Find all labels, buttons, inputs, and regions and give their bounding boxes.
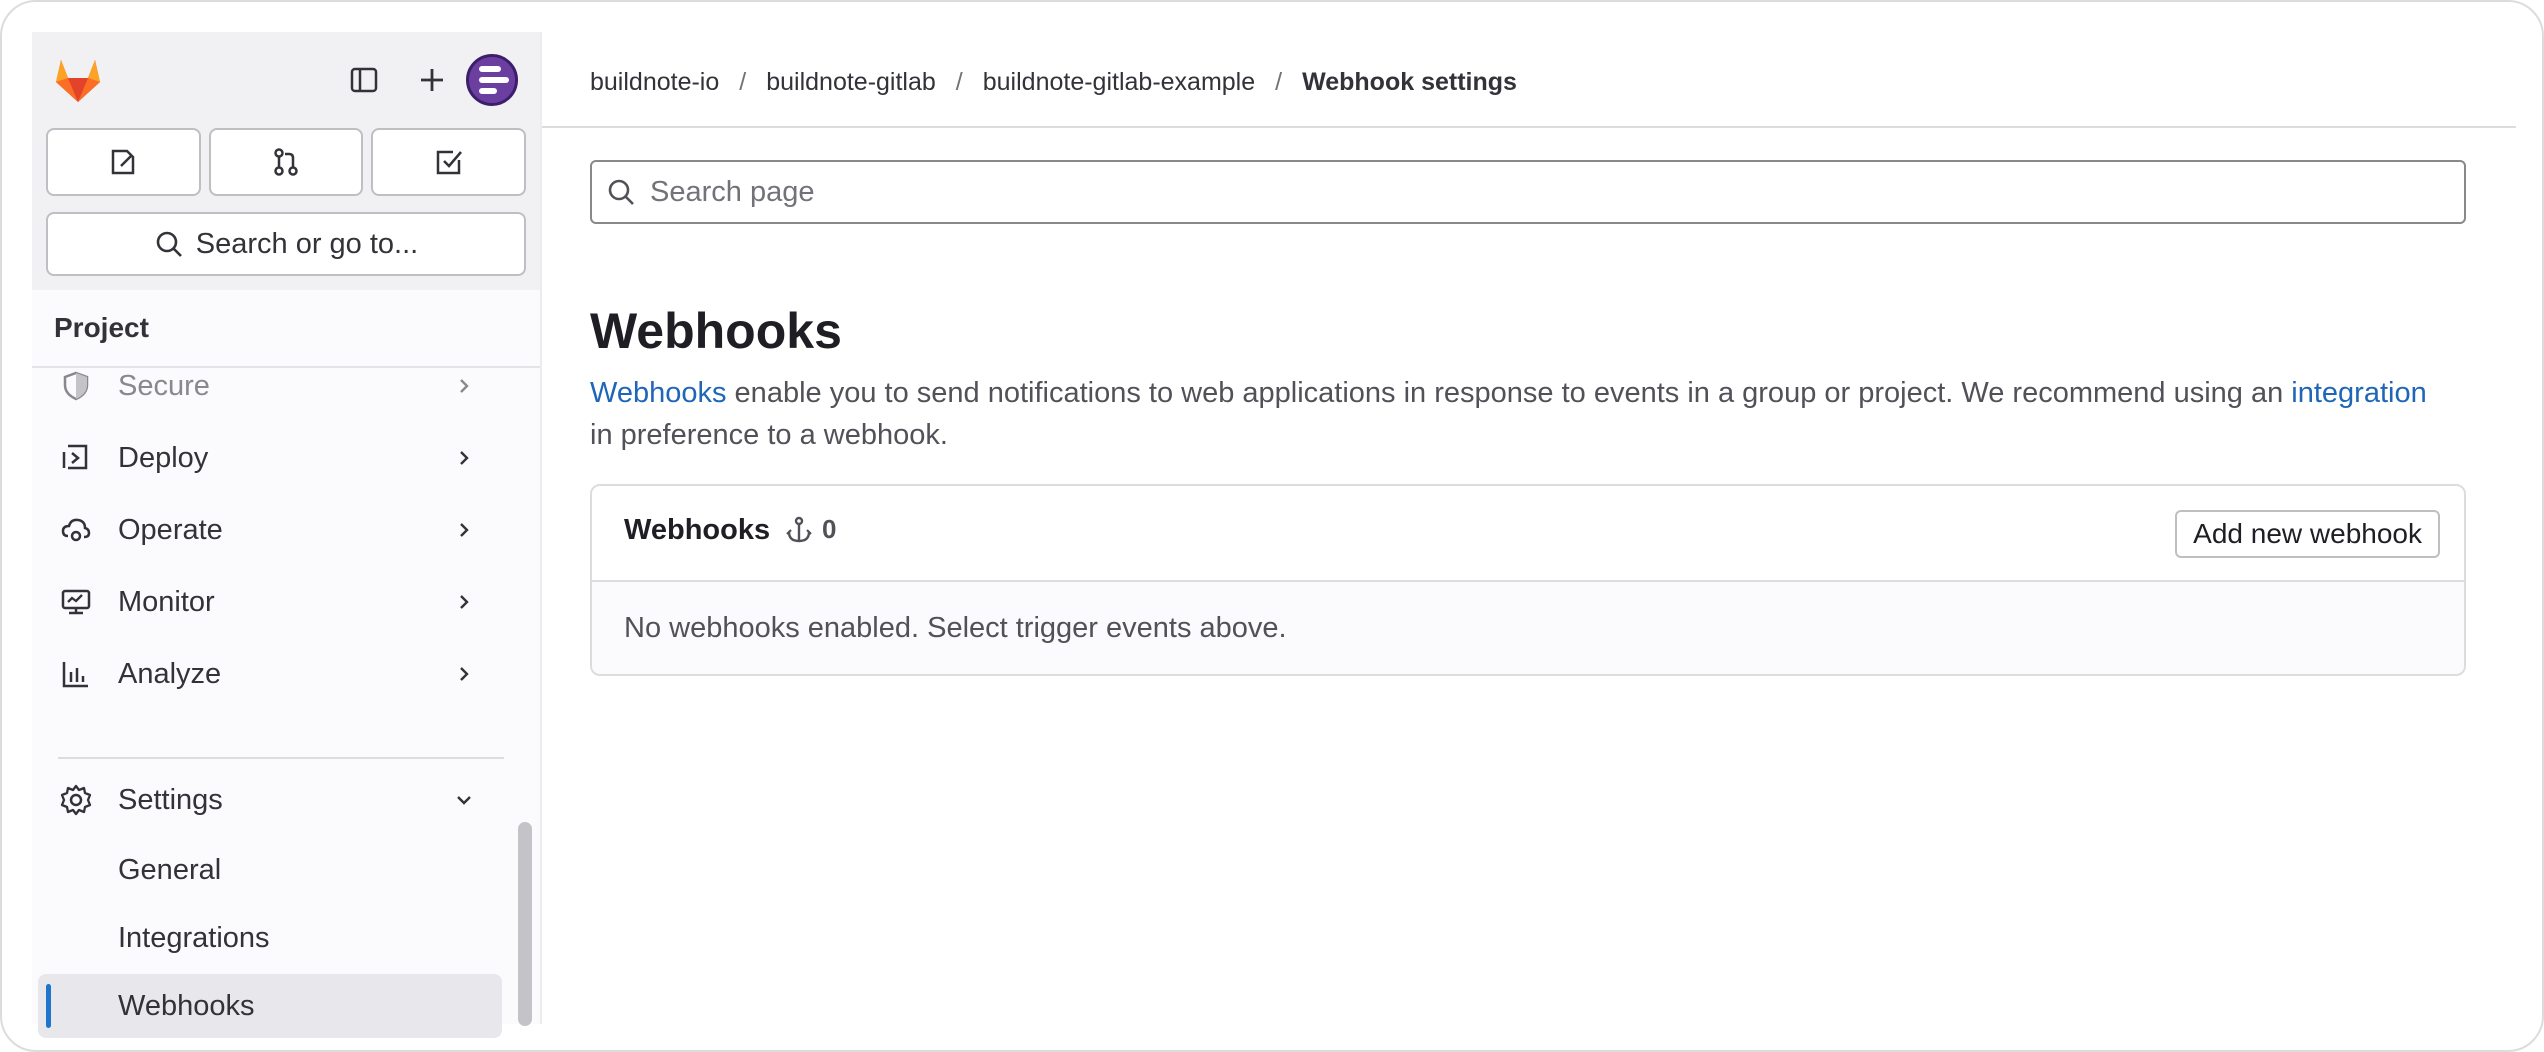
chevron-right-icon xyxy=(452,590,476,614)
page-description: Webhooks enable you to send notification… xyxy=(590,372,2450,456)
page-search xyxy=(590,160,2466,224)
active-indicator xyxy=(46,984,51,1028)
breadcrumb-separator: / xyxy=(739,67,747,96)
global-search-label: Search or go to... xyxy=(195,227,419,260)
plus-icon[interactable] xyxy=(406,54,458,106)
sidebar-item-analyze[interactable]: Analyze xyxy=(32,642,510,706)
sidebar-item-operate[interactable]: Operate xyxy=(32,498,510,562)
issues-button[interactable] xyxy=(46,128,201,196)
chevron-down-icon xyxy=(452,788,476,812)
sidebar-item-settings[interactable]: Settings xyxy=(32,768,510,832)
sidebar-header: Search or go to... xyxy=(32,32,540,290)
sidebar-subitem-label: Integrations xyxy=(118,921,270,954)
breadcrumb-item-subgroup[interactable]: buildnote-gitlab xyxy=(766,68,936,97)
webhooks-card: Webhooks 0 Add new webhook No webhooks e… xyxy=(590,484,2466,676)
webhooks-count-value: 0 xyxy=(822,514,837,544)
collapse-sidebar-icon[interactable] xyxy=(338,54,390,106)
breadcrumb-item-current[interactable]: Webhook settings xyxy=(1302,68,1517,97)
sidebar-item-monitor[interactable]: Monitor xyxy=(32,570,510,634)
anchor-icon xyxy=(786,516,812,542)
sidebar-item-label: Operate xyxy=(118,513,223,546)
search-input[interactable] xyxy=(650,175,2430,209)
breadcrumb: buildnote-io / buildnote-gitlab / buildn… xyxy=(590,62,1517,102)
global-search-button[interactable]: Search or go to... xyxy=(46,212,526,276)
search-icon xyxy=(608,179,634,205)
cloud-gear-icon xyxy=(58,512,94,548)
deploy-icon xyxy=(58,440,94,476)
app-window: Search or go to... Project Secure Deploy xyxy=(0,0,2544,1052)
empty-state-text: No webhooks enabled. Select trigger even… xyxy=(624,612,1287,644)
sidebar-item-label: Deploy xyxy=(118,441,209,474)
sidebar-divider xyxy=(58,757,504,759)
webhooks-card-header: Webhooks 0 Add new webhook xyxy=(592,486,2464,582)
sidebar-item-label: Secure xyxy=(118,369,210,402)
merge-request-icon xyxy=(274,148,298,176)
chevron-right-icon xyxy=(452,446,476,470)
todos-button[interactable] xyxy=(371,128,527,196)
description-text-end: in preference to a webhook. xyxy=(590,419,948,451)
sidebar-item-label: Analyze xyxy=(118,657,222,690)
main-content: buildnote-io / buildnote-gitlab / buildn… xyxy=(542,32,2516,1024)
header-divider xyxy=(542,126,2516,128)
webhooks-docs-link[interactable]: Webhooks xyxy=(590,377,727,409)
search-icon xyxy=(156,231,182,257)
merge-requests-button[interactable] xyxy=(208,128,364,196)
page-title: Webhooks xyxy=(590,303,842,359)
integration-link[interactable]: integration xyxy=(2291,377,2426,409)
gitlab-logo-icon[interactable] xyxy=(50,52,106,108)
todo-check-icon xyxy=(436,150,462,175)
shield-icon xyxy=(58,368,94,404)
sidebar-item-label: Settings xyxy=(118,783,223,816)
webhooks-card-title: Webhooks xyxy=(624,514,771,546)
gear-icon xyxy=(58,782,94,818)
avatar[interactable] xyxy=(466,54,518,106)
sidebar-subitem-webhooks[interactable]: Webhooks xyxy=(38,974,502,1038)
breadcrumb-separator: / xyxy=(955,67,963,96)
chart-icon xyxy=(58,656,94,692)
add-new-webhook-button[interactable]: Add new webhook xyxy=(2175,510,2440,558)
webhooks-card-body: No webhooks enabled. Select trigger even… xyxy=(592,582,2464,674)
monitor-icon xyxy=(58,584,94,620)
issues-icon xyxy=(112,149,135,175)
chevron-right-icon xyxy=(452,374,476,398)
sidebar-subitem-label: General xyxy=(118,853,222,886)
sidebar-item-deploy[interactable]: Deploy xyxy=(32,426,510,490)
description-text: enable you to send notifications to web … xyxy=(726,377,2292,409)
sidebar-subitem-general[interactable]: General xyxy=(32,838,510,902)
sidebar-scrollbar-thumb[interactable] xyxy=(518,822,532,1026)
webhooks-count: 0 xyxy=(784,514,836,545)
quick-actions xyxy=(46,128,527,196)
chevron-right-icon xyxy=(452,518,476,542)
sidebar: Search or go to... Project Secure Deploy xyxy=(32,32,542,1038)
breadcrumb-separator: / xyxy=(1275,67,1283,96)
chevron-right-icon xyxy=(452,662,476,686)
sidebar-subitem-label: Webhooks xyxy=(118,989,255,1022)
breadcrumb-item-group[interactable]: buildnote-io xyxy=(590,68,719,97)
sidebar-subitem-integrations[interactable]: Integrations xyxy=(32,906,510,970)
breadcrumb-item-project[interactable]: buildnote-gitlab-example xyxy=(983,68,1255,97)
sidebar-item-label: Monitor xyxy=(118,585,215,618)
sidebar-item-secure[interactable]: Secure xyxy=(32,354,510,418)
